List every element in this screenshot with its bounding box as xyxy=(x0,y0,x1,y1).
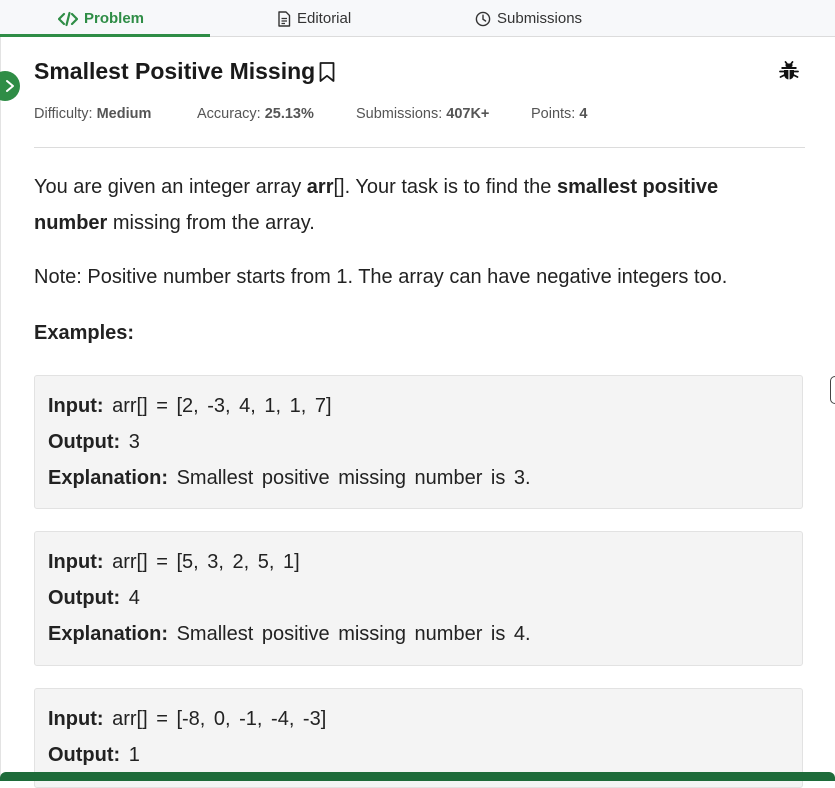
difficulty-info: Difficulty: Medium xyxy=(34,106,151,122)
bug-report-icon[interactable] xyxy=(777,58,801,82)
document-icon xyxy=(278,10,291,27)
explanation-value: Smallest positive missing number is 4. xyxy=(176,623,531,645)
input-label: Input: xyxy=(48,551,104,573)
header-divider xyxy=(34,147,805,148)
problem-note: Note: Positive number starts from 1. The… xyxy=(34,266,728,288)
example-input: Input: arr[] = [5, 3, 2, 5, 1] xyxy=(48,550,300,574)
tab-bar: Problem Editorial Submissions xyxy=(0,0,835,37)
example-input: Input: arr[] = [-8, 0, -1, -4, -3] xyxy=(48,707,326,731)
difficulty-value: Medium xyxy=(96,106,152,122)
difficulty-label: Difficulty: xyxy=(34,106,93,122)
problem-title-text: Smallest Positive Missing xyxy=(34,58,316,84)
output-value: 4 xyxy=(128,587,140,609)
explanation-label: Explanation: xyxy=(48,623,169,645)
example-input: Input: arr[] = [2, -3, 4, 1, 1, 7] xyxy=(48,394,332,418)
tab-submissions-label: Submissions xyxy=(497,10,583,27)
example-output: Output: 4 xyxy=(48,586,140,610)
tab-problem-label: Problem xyxy=(84,10,145,27)
input-value: arr[] = [2, -3, 4, 1, 1, 7] xyxy=(112,395,332,417)
tab-editorial[interactable]: Editorial xyxy=(277,0,351,37)
desc-text: missing from the array. xyxy=(107,212,315,234)
example-explanation: Explanation: Smallest positive missing n… xyxy=(48,622,531,646)
output-value: 3 xyxy=(128,431,140,453)
tab-problem[interactable]: Problem xyxy=(58,0,144,37)
desc-bold: arr xyxy=(306,176,334,198)
input-value: arr[] = [5, 3, 2, 5, 1] xyxy=(112,551,300,573)
active-tab-indicator xyxy=(0,34,210,37)
points-value: 4 xyxy=(579,106,588,122)
accuracy-value: 25.13% xyxy=(264,106,314,122)
submissions-value: 407K+ xyxy=(446,106,490,122)
output-value: 1 xyxy=(128,744,140,766)
output-label: Output: xyxy=(48,744,121,766)
code-icon xyxy=(58,11,78,26)
submissions-label: Submissions: xyxy=(356,106,443,122)
accuracy-info: Accuracy: 25.13% xyxy=(197,106,314,122)
example-explanation: Explanation: Smallest positive missing n… xyxy=(48,466,531,490)
desc-text: You are given an integer array xyxy=(34,176,307,198)
tab-submissions[interactable]: Submissions xyxy=(475,0,582,37)
example-output: Output: 1 xyxy=(48,743,140,767)
expand-sidebar-button[interactable] xyxy=(0,71,20,101)
output-label: Output: xyxy=(48,431,121,453)
points-info: Points: 4 xyxy=(531,106,587,122)
points-label: Points: xyxy=(531,106,576,122)
output-label: Output: xyxy=(48,587,121,609)
explanation-label: Explanation: xyxy=(48,467,169,489)
example-output: Output: 3 xyxy=(48,430,140,454)
clock-icon xyxy=(475,11,491,26)
bottom-action-bar xyxy=(0,772,835,781)
chevron-right-icon xyxy=(6,80,14,92)
example-block: Input: arr[] = [2, -3, 4, 1, 1, 7] Outpu… xyxy=(34,375,803,509)
submissions-info: Submissions: 407K+ xyxy=(356,106,489,122)
tab-editorial-label: Editorial xyxy=(297,10,352,27)
example-block: Input: arr[] = [5, 3, 2, 5, 1] Output: 4… xyxy=(34,531,803,666)
input-value: arr[] = [-8, 0, -1, -4, -3] xyxy=(112,708,327,730)
accuracy-label: Accuracy: xyxy=(197,106,261,122)
desc-text: []. Your task is to find the xyxy=(333,176,557,198)
explanation-value: Smallest positive missing number is 3. xyxy=(176,467,531,489)
panel-divider xyxy=(0,37,1,781)
problem-description: You are given an integer array arr[]. Yo… xyxy=(34,169,794,241)
input-label: Input: xyxy=(48,395,104,417)
resize-handle[interactable] xyxy=(830,376,835,404)
bookmark-icon[interactable] xyxy=(318,61,336,83)
input-label: Input: xyxy=(48,708,104,730)
problem-title: Smallest Positive Missing xyxy=(34,58,336,85)
examples-heading: Examples: xyxy=(34,322,135,344)
